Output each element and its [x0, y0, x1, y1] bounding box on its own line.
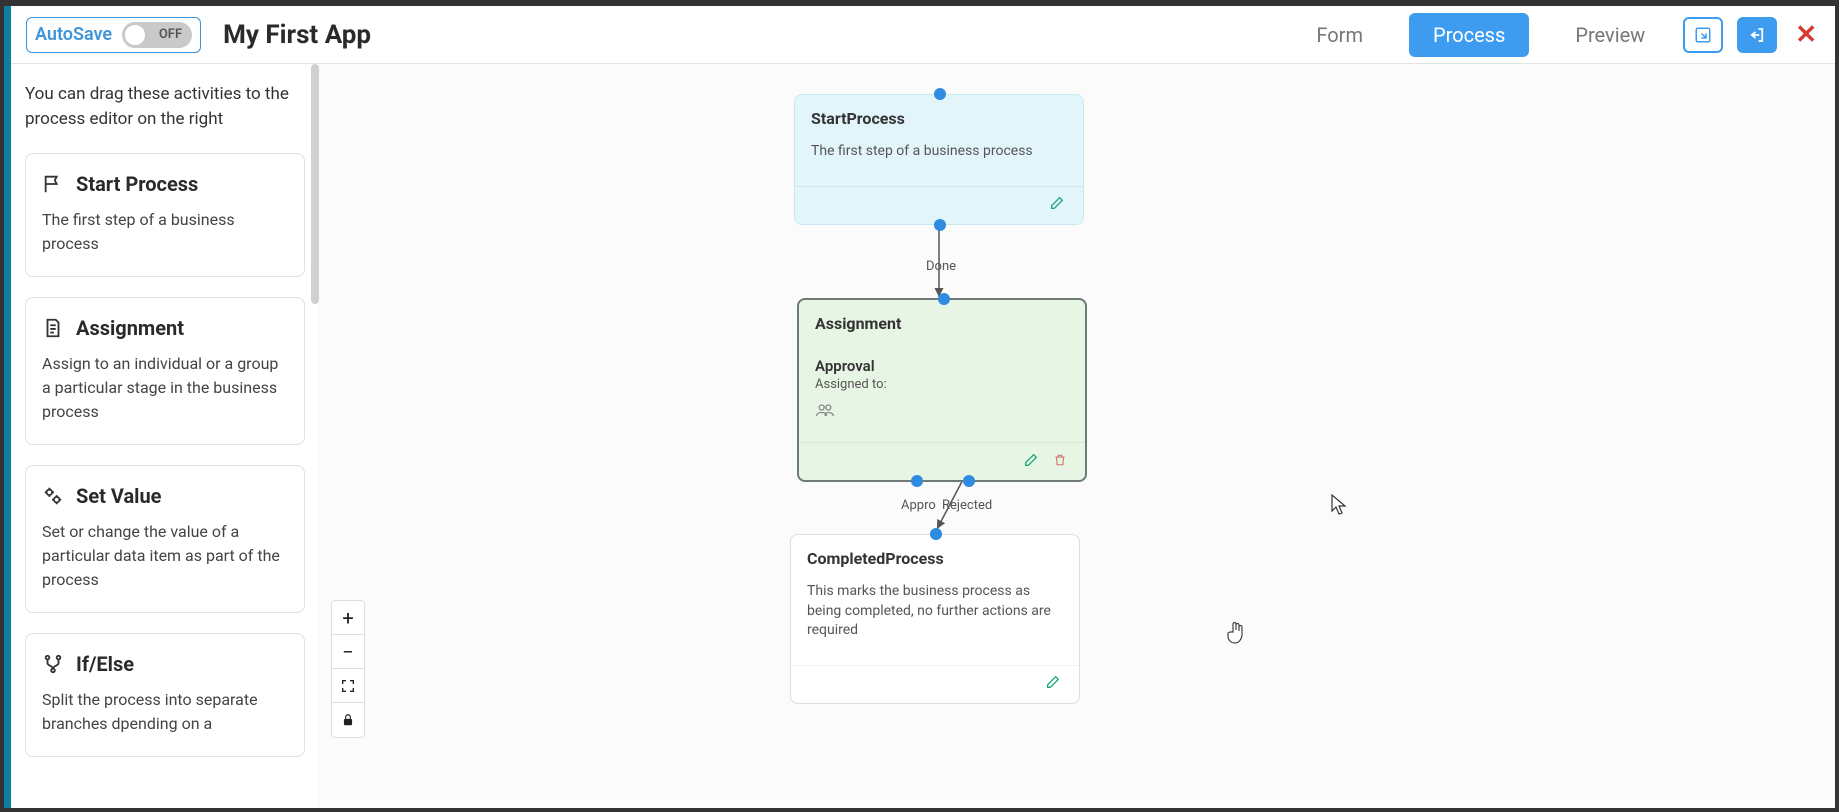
activity-assignment[interactable]: Assignment Assign to an individual or a … [25, 297, 305, 445]
people-icon [799, 398, 1085, 442]
lock-button[interactable] [332, 703, 364, 737]
node-completedprocess[interactable]: CompletedProcess This marks the business… [790, 534, 1080, 704]
gears-icon [42, 485, 64, 507]
process-canvas[interactable]: StartProcess The first step of a busines… [319, 64, 1835, 808]
edge-label-approved: Appro [901, 498, 936, 513]
header-tabs: Form Process Preview [1292, 13, 1669, 57]
zoom-in-button[interactable]: + [332, 601, 364, 635]
expand-button[interactable] [1683, 17, 1723, 53]
cursor-arrow-icon [1331, 494, 1349, 516]
sidebar-scrollbar[interactable] [311, 64, 319, 304]
app-header: AutoSave OFF My First App Form Process P… [4, 6, 1835, 64]
port-in[interactable] [938, 293, 950, 305]
node-title: CompletedProcess [791, 535, 1079, 578]
activity-desc: Set or change the value of a particular … [42, 520, 288, 592]
port-out-approved[interactable] [911, 475, 923, 487]
tab-process[interactable]: Process [1409, 13, 1529, 57]
toggle-switch[interactable]: OFF [122, 22, 192, 48]
zoom-controls: + − [331, 600, 365, 738]
autosave-label: AutoSave [35, 24, 112, 45]
zoom-out-button[interactable]: − [332, 635, 364, 669]
port-in[interactable] [934, 88, 946, 100]
port-in[interactable] [930, 528, 942, 540]
cursor-hand-icon [1225, 620, 1247, 646]
node-startprocess[interactable]: StartProcess The first step of a busines… [794, 94, 1084, 225]
node-title: StartProcess [795, 95, 1083, 138]
autosave-toggle[interactable]: AutoSave OFF [26, 17, 201, 53]
edge-label-rejected: Rejected [942, 498, 992, 513]
delete-icon[interactable] [1053, 452, 1067, 472]
activity-desc: Split the process into separate branches… [42, 688, 288, 736]
activity-if-else[interactable]: If/Else Split the process into separate … [25, 633, 305, 757]
edit-icon[interactable] [1023, 452, 1039, 472]
activity-title: Assignment [76, 316, 184, 340]
sidebar-hint: You can drag these activities to the pro… [25, 82, 305, 131]
edit-icon[interactable] [1045, 674, 1061, 694]
port-out[interactable] [934, 219, 946, 231]
toggle-state: OFF [159, 27, 182, 42]
edge-label-done: Done [926, 259, 956, 274]
node-subtitle: Approval [799, 355, 1085, 377]
activity-title: Start Process [76, 172, 198, 196]
node-assignment[interactable]: Assignment Approval Assigned to: [797, 298, 1087, 482]
toggle-knob [125, 25, 145, 45]
node-desc: This marks the business process as being… [791, 578, 1079, 665]
close-icon[interactable]: ✕ [1795, 20, 1817, 50]
activity-set-value[interactable]: Set Value Set or change the value of a p… [25, 465, 305, 613]
tab-form[interactable]: Form [1292, 13, 1387, 57]
port-out-rejected[interactable] [963, 475, 975, 487]
exit-button[interactable] [1737, 17, 1777, 53]
activity-desc: The first step of a business process [42, 208, 288, 256]
flag-icon [42, 173, 64, 195]
activity-desc: Assign to an individual or a group a par… [42, 352, 288, 424]
document-icon [42, 317, 64, 339]
fit-screen-button[interactable] [332, 669, 364, 703]
assigned-to-label: Assigned to: [799, 377, 1085, 398]
activity-palette: You can drag these activities to the pro… [11, 64, 319, 808]
activity-title: Set Value [76, 484, 161, 508]
branch-icon [42, 653, 64, 675]
app-title: My First App [223, 20, 371, 50]
edit-icon[interactable] [1049, 195, 1065, 215]
node-title: Assignment [799, 300, 1085, 343]
activity-title: If/Else [76, 652, 134, 676]
node-desc: The first step of a business process [795, 138, 1083, 186]
tab-preview[interactable]: Preview [1551, 13, 1669, 57]
activity-start-process[interactable]: Start Process The first step of a busine… [25, 153, 305, 277]
